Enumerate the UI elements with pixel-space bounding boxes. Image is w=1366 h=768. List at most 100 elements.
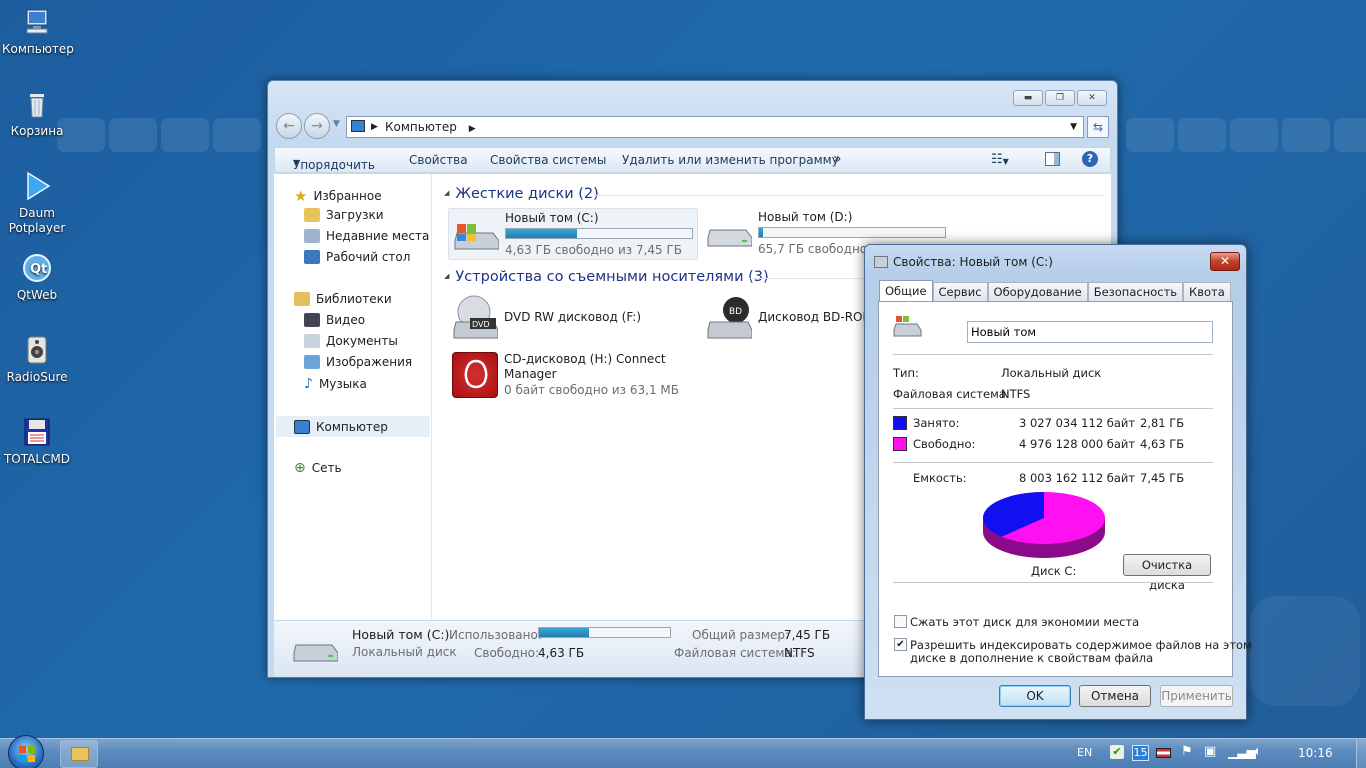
nav-item-favorites[interactable]: ★ Избранное	[294, 187, 382, 205]
recycle-bin-icon	[21, 88, 53, 120]
desktop-icon-totalcmd[interactable]: TOTALCMD	[2, 416, 72, 467]
nav-label: Сеть	[311, 461, 342, 475]
tab-hardware[interactable]: Оборудование	[987, 282, 1088, 303]
tab-quota[interactable]: Квота	[1183, 282, 1231, 303]
refresh-icon: ⇆	[1092, 120, 1104, 134]
security-shield-icon[interactable]: ✔	[1110, 745, 1124, 759]
capacity-label: Емкость:	[913, 471, 967, 485]
desktop-icon-potplayer[interactable]: Daum Potplayer	[2, 170, 72, 236]
clock-time[interactable]: 10:16	[1298, 746, 1333, 760]
dialog-close-button[interactable]: ✕	[1210, 252, 1240, 271]
start-button[interactable]	[8, 735, 44, 768]
images-icon	[304, 355, 320, 369]
view-options-icon[interactable]: ☷ ▼	[991, 152, 1009, 167]
breadcrumb-computer[interactable]: Компьютер	[385, 120, 457, 134]
recent-pages-dropdown-icon[interactable]: ▼	[333, 119, 340, 129]
tab-security[interactable]: Безопасность	[1087, 282, 1184, 303]
disk-cleanup-button[interactable]: Очистка диска	[1123, 554, 1211, 592]
network-icon: ⊕	[294, 460, 306, 476]
cancel-button[interactable]: Отмена	[1079, 685, 1151, 707]
address-dropdown-icon[interactable]: ▼	[1070, 117, 1077, 137]
network-signal-icon[interactable]: ▁▃▅	[1228, 745, 1256, 759]
apply-button[interactable]: Применить	[1160, 685, 1233, 707]
svg-text:BD: BD	[729, 307, 742, 317]
nav-item-documents[interactable]: Документы	[304, 334, 398, 348]
close-button[interactable]: ✕	[1077, 90, 1107, 106]
desktop-icon-label: Компьютер	[2, 42, 74, 56]
action-center-flag-icon[interactable]: ⚑	[1181, 744, 1193, 759]
nav-label: Библиотеки	[316, 292, 392, 306]
used-gb: 2,81 ГБ	[1140, 416, 1185, 430]
capacity-bytes: 8 003 162 112 байт	[1019, 471, 1136, 485]
show-desktop-button[interactable]	[1356, 739, 1366, 768]
computer-icon	[351, 120, 365, 132]
volume-icon[interactable]: 🔈︎	[1254, 744, 1262, 759]
preview-pane-icon[interactable]	[1045, 152, 1060, 166]
details-usage-bar	[538, 627, 671, 638]
nav-item-video[interactable]: Видео	[304, 313, 365, 327]
taskbar-explorer-button[interactable]	[60, 740, 98, 768]
maximize-button[interactable]: ❐	[1045, 90, 1075, 106]
tab-tools[interactable]: Сервис	[932, 282, 988, 303]
desktop-icon-label: RadioSure	[6, 370, 68, 384]
address-bar[interactable]: ▶ Компьютер ▶ ▼	[346, 116, 1084, 138]
command-bar: Упорядочить ▼ Свойства Свойства системы …	[274, 147, 1111, 173]
drive-h-cd[interactable]: CD-дисковод (H:) Connect Manager 0 байт …	[448, 350, 688, 402]
nav-item-computer[interactable]: Компьютер	[276, 416, 430, 437]
desktop-icon-radiosure[interactable]: RadioSure	[2, 334, 72, 385]
system-properties-button[interactable]: Свойства системы	[490, 153, 606, 167]
drive-title-icon	[874, 256, 888, 268]
dialog-tabs: Общие Сервис Оборудование Безопасность К…	[879, 280, 1231, 303]
ok-button[interactable]: OK	[999, 685, 1071, 707]
desktop-icon-qtweb[interactable]: Qt QtWeb	[2, 252, 72, 303]
video-icon	[304, 313, 320, 327]
nav-label: Рабочий стол	[326, 250, 411, 264]
filesystem-label: Файловая система:	[893, 387, 1010, 401]
nav-item-desktop[interactable]: Рабочий стол	[304, 250, 410, 264]
floppy-icon	[21, 416, 53, 448]
more-commands-button[interactable]: »	[833, 151, 842, 167]
forward-button[interactable]: →	[304, 113, 330, 139]
section-hard-drives[interactable]: Жесткие диски (2)	[444, 186, 598, 202]
capacity-gb: 7,45 ГБ	[1140, 471, 1185, 485]
nav-item-downloads[interactable]: Загрузки	[304, 208, 384, 222]
hard-drive-icon	[293, 644, 338, 662]
breadcrumb-arrow-icon[interactable]: ▶	[469, 124, 476, 134]
nav-item-network[interactable]: ⊕ Сеть	[294, 460, 342, 476]
compress-checkbox[interactable]	[894, 615, 907, 628]
back-button[interactable]: ←	[276, 113, 302, 139]
safely-remove-icon[interactable]: ▣	[1204, 744, 1216, 759]
index-label-line1: Разрешить индексировать содержимое файло…	[910, 638, 1252, 652]
properties-button[interactable]: Свойства	[409, 153, 468, 167]
refresh-button[interactable]: ⇆	[1087, 116, 1109, 138]
uninstall-program-button[interactable]: Удалить или изменить программу	[622, 153, 839, 167]
nav-item-libraries[interactable]: Библиотеки	[294, 292, 392, 306]
drive-bd-rom[interactable]: BD Дисковод BD-ROM	[702, 292, 873, 340]
nav-item-music[interactable]: ♪ Музыка	[304, 376, 367, 392]
drive-usage-bar	[758, 227, 946, 238]
general-tab-pane: Тип: Локальный диск Файловая система: NT…	[878, 301, 1252, 677]
help-icon[interactable]: ?	[1082, 151, 1098, 167]
tab-general[interactable]: Общие	[879, 280, 933, 303]
taskbar: EN ✔ 15 ⚑ ▣ ▁▃▅ 🔈︎ 10:16	[0, 735, 1366, 768]
language-indicator[interactable]: EN	[1077, 746, 1092, 759]
nav-label: Видео	[326, 313, 366, 327]
nav-item-images[interactable]: Изображения	[304, 355, 412, 369]
drive-f-dvd[interactable]: DVD DVD RW дисковод (F:)	[448, 292, 688, 340]
drive-name: Дисковод BD-ROM	[758, 310, 873, 324]
us-flag-icon[interactable]	[1156, 748, 1171, 758]
volume-name-input[interactable]	[967, 321, 1213, 343]
desktop-icon-recycle-bin[interactable]: Корзина	[2, 88, 72, 139]
section-removable[interactable]: Устройства со съемными носителями (3)	[444, 269, 768, 285]
calendar-badge[interactable]: 15	[1132, 745, 1149, 761]
desktop-icon-label: TOTALCMD	[3, 452, 71, 466]
desktop-icon-label: Daum Potplayer	[8, 206, 66, 235]
nav-item-recent[interactable]: Недавние места	[304, 229, 429, 243]
connect-manager-icon	[452, 352, 498, 398]
divider	[893, 582, 1213, 583]
breadcrumb-arrow-icon[interactable]: ▶	[371, 117, 378, 137]
index-checkbox[interactable]: ✔	[894, 638, 907, 651]
drive-c[interactable]: Новый том (C:) 4,63 ГБ свободно из 7,45 …	[448, 208, 698, 260]
minimize-button[interactable]: ▬	[1013, 90, 1043, 106]
desktop-icon-computer[interactable]: Компьютер	[2, 6, 74, 57]
